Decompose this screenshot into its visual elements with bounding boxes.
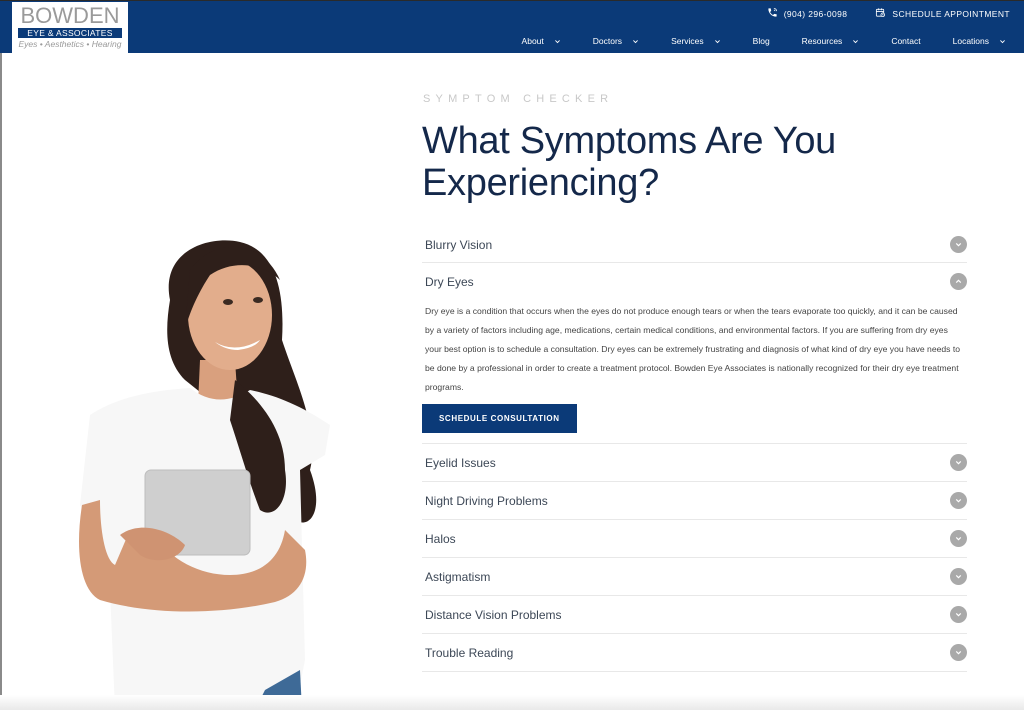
nav-item-blog[interactable]: Blog [753,36,770,46]
schedule-appointment-link[interactable]: SCHEDULE APPOINTMENT [875,7,1010,20]
nav-item-about[interactable]: About [522,36,561,46]
accordion-header-dry-eyes[interactable]: Dry Eyes [422,263,967,300]
accordion-item: Eyelid Issues [422,444,967,482]
accordion-panel: Dry eye is a condition that occurs when … [422,300,967,443]
nav-item-doctors[interactable]: Doctors [593,36,639,46]
hero-image [79,240,330,710]
expand-toggle[interactable] [950,492,967,509]
chevron-down-icon [955,461,962,465]
chevron-down-icon [714,39,720,43]
accordion-item: Night Driving Problems [422,482,967,520]
main-nav: About Doctors Services Blog Resources Co… [522,36,1006,46]
accordion-header-halos[interactable]: Halos [422,520,967,557]
dry-eyes-description: Dry eye is a condition that occurs when … [425,306,961,392]
phone-link[interactable]: (904) 296-0098 [767,7,848,20]
chevron-down-icon [633,39,638,43]
nav-item-contact[interactable]: Contact [891,36,920,46]
expand-toggle[interactable] [950,530,967,547]
accordion-item: Dry Eyes Dry eye is a condition that occ… [422,263,967,444]
chevron-up-icon [955,279,962,283]
window-edge [0,53,2,710]
expand-toggle[interactable] [950,454,967,471]
page-title: What Symptoms Are You Experiencing? [422,120,837,204]
accordion-title: Blurry Vision [425,237,493,252]
chevron-down-icon [955,575,962,579]
accordion-header-blurry-vision[interactable]: Blurry Vision [422,227,967,262]
logo-subtitle: EYE & ASSOCIATES [18,28,122,38]
chevron-down-icon [955,243,962,247]
logo-tagline: Eyes • Aesthetics • Hearing [18,39,122,49]
accordion-header-night-driving[interactable]: Night Driving Problems [422,482,967,519]
chevron-down-icon [955,537,962,541]
chevron-down-icon [1000,39,1005,43]
chevron-down-icon [955,651,962,655]
nav-item-services[interactable]: Services [671,36,721,46]
nav-item-locations[interactable]: Locations [953,36,1006,46]
bottom-shadow [0,695,1024,710]
schedule-appointment-label: SCHEDULE APPOINTMENT [892,8,1010,19]
accordion-item: Halos [422,520,967,558]
chevron-down-icon [554,39,560,43]
expand-toggle[interactable] [950,606,967,623]
accordion-title: Trouble Reading [425,645,514,660]
nav-label: Resources [801,36,843,46]
nav-label: Doctors [592,36,623,46]
expand-toggle[interactable] [950,644,967,661]
accordion-title: Halos [425,531,456,546]
logo-name: BOWDEN [20,3,120,28]
phone-icon [767,7,778,20]
accordion-title: Dry Eyes [425,274,474,289]
nav-label: Locations [952,36,989,46]
phone-number: (904) 296-0098 [783,8,848,19]
accordion-header-eyelid-issues[interactable]: Eyelid Issues [422,444,967,481]
accordion-item: Blurry Vision [422,227,967,263]
accordion-item: Distance Vision Problems [422,596,967,634]
nav-label: Services [671,36,704,46]
nav-label: About [521,36,544,46]
expand-toggle[interactable] [950,236,967,253]
site-header: BOWDEN EYE & ASSOCIATES Eyes • Aesthetic… [0,0,1024,54]
chevron-down-icon [955,613,962,617]
nav-item-resources[interactable]: Resources [802,36,860,46]
section-eyebrow: SYMPTOM CHECKER [423,93,614,105]
logo[interactable]: BOWDEN EYE & ASSOCIATES Eyes • Aesthetic… [12,2,128,54]
accordion-header-distance-vision[interactable]: Distance Vision Problems [422,596,967,633]
accordion-title: Eyelid Issues [425,455,496,470]
accordion-title: Distance Vision Problems [425,607,562,622]
accordion-item: Trouble Reading [422,634,967,672]
nav-label: Contact [891,36,921,46]
calendar-icon [875,7,886,20]
accordion-title: Astigmatism [425,569,491,584]
symptom-accordion: Blurry Vision Dry Eyes Dry eye is a cond… [422,227,967,672]
accordion-title: Night Driving Problems [425,493,548,508]
expand-toggle[interactable] [950,568,967,585]
accordion-item: Astigmatism [422,558,967,596]
top-utility-bar: (904) 296-0098 SCHEDULE APPOINTMENT [767,7,1010,20]
accordion-header-trouble-reading[interactable]: Trouble Reading [422,634,967,671]
nav-label: Blog [752,36,770,46]
accordion-header-astigmatism[interactable]: Astigmatism [422,558,967,595]
chevron-down-icon [955,499,962,503]
collapse-toggle[interactable] [950,273,967,290]
schedule-consultation-button[interactable]: SCHEDULE CONSULTATION [422,404,577,433]
chevron-down-icon [853,39,859,43]
